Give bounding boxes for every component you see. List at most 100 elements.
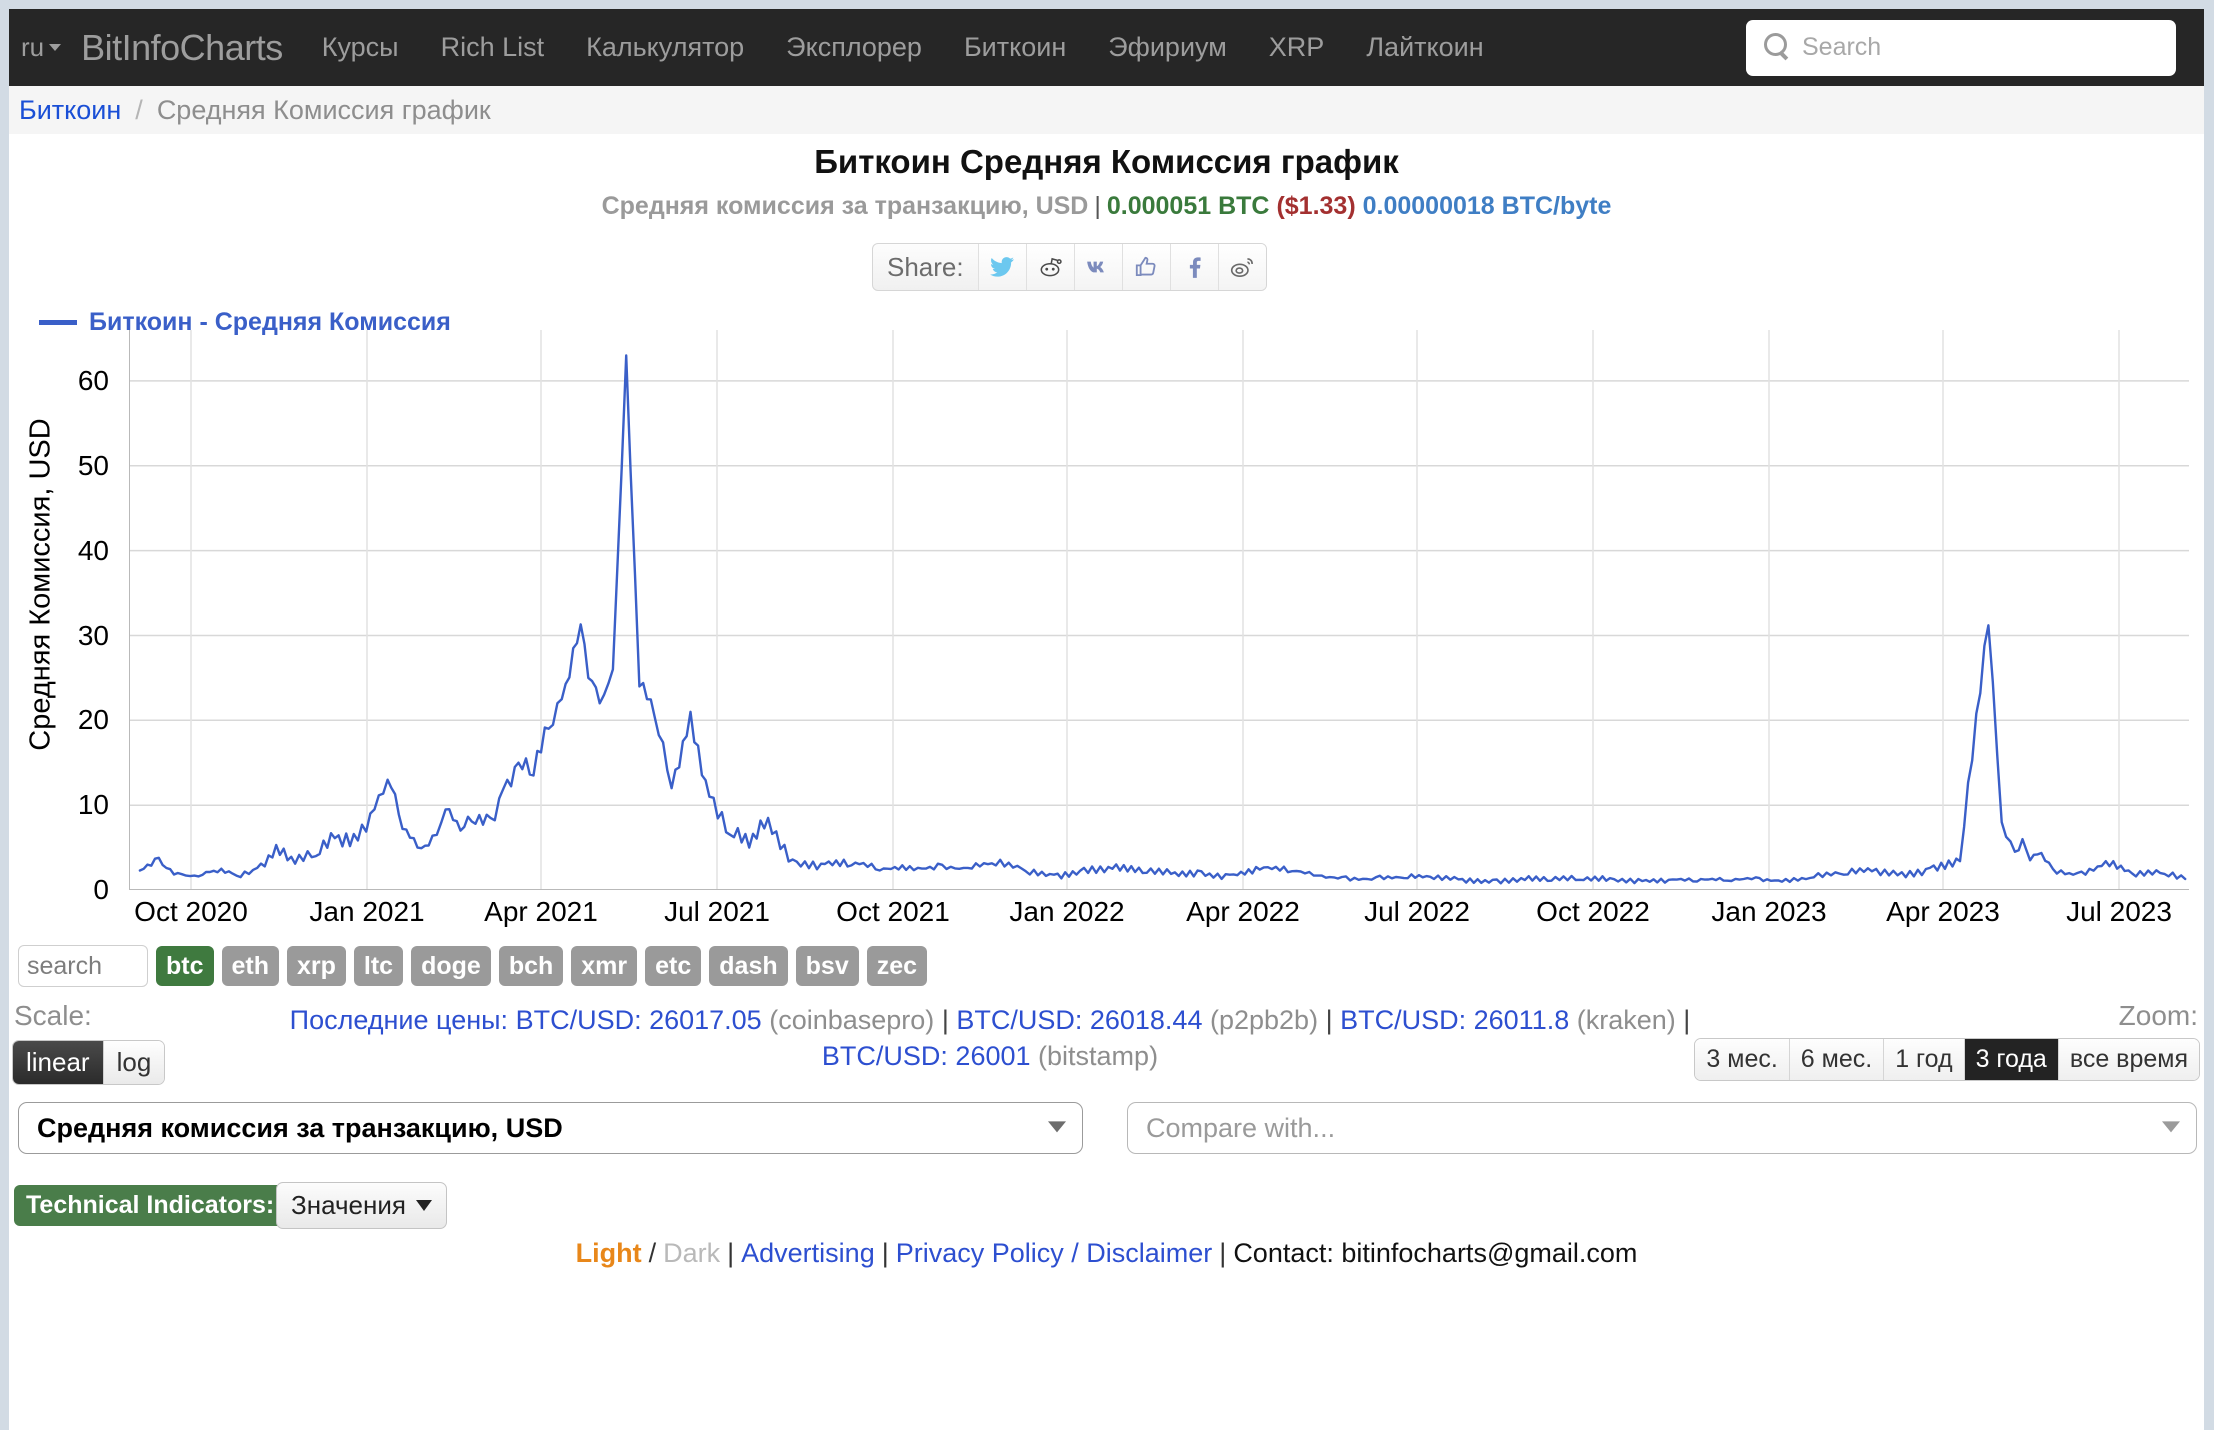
zoom-button-3y[interactable]: 3 года xyxy=(1964,1039,2059,1080)
x-tick-7: Jul 2022 xyxy=(1364,896,1470,927)
nav-item-xrp[interactable]: XRP xyxy=(1248,32,1346,63)
search-input[interactable] xyxy=(1746,19,2176,76)
footer-link-dark[interactable]: Dark xyxy=(663,1238,720,1268)
x-tick-0: Oct 2020 xyxy=(134,896,248,927)
weibo-icon[interactable] xyxy=(1217,244,1266,290)
coin-tag-xrp[interactable]: xrp xyxy=(287,946,346,986)
coin-tag-ltc[interactable]: ltc xyxy=(353,946,404,986)
chart-series-line xyxy=(138,354,2187,885)
facebook-icon[interactable] xyxy=(1169,244,1218,290)
technical-indicators-dropdown[interactable]: Значения xyxy=(276,1182,447,1229)
window-edge-left xyxy=(0,0,9,1430)
x-tick-10: Apr 2023 xyxy=(1886,896,2000,927)
site-logo[interactable]: BitInfoCharts xyxy=(81,27,283,69)
price-exchange-p2pb2b: (p2pb2b) xyxy=(1209,1005,1319,1035)
coin-tag-bch[interactable]: bch xyxy=(498,946,564,986)
x-tick-4: Oct 2021 xyxy=(836,896,950,927)
zoom-button-1y[interactable]: 1 год xyxy=(1884,1039,1965,1080)
scale-button-log[interactable]: log xyxy=(103,1041,165,1084)
x-tick-9: Jan 2023 xyxy=(1711,896,1827,927)
price-exchange-kraken: (kraken) xyxy=(1576,1005,1676,1035)
x-tick-6: Apr 2022 xyxy=(1186,896,1300,927)
coin-tag-btc[interactable]: btc xyxy=(156,946,214,986)
subtitle-fee-btc: 0.000051 BTC xyxy=(1106,192,1270,220)
prices-label[interactable]: Последние цены: xyxy=(290,1005,508,1035)
page-footer: Light / Dark | Advertising | Privacy Policy / … xyxy=(9,1238,2204,1269)
language-label: ru xyxy=(21,32,45,62)
chart-gridlines-vertical xyxy=(190,330,2120,890)
price-pair-coinbasepro[interactable]: BTC/USD: 26017.05 xyxy=(516,1005,762,1035)
zoom-button-3m[interactable]: 3 мес. xyxy=(1695,1039,1790,1080)
zoom-button-6m[interactable]: 6 мес. xyxy=(1789,1039,1885,1080)
legend-line-swatch xyxy=(39,320,77,325)
metric-select[interactable]: Средняя комиссия за транзакцию, USD xyxy=(18,1102,1083,1154)
coin-tag-bsv[interactable]: bsv xyxy=(795,946,859,986)
nav-item-calculator[interactable]: Калькулятор xyxy=(565,32,765,63)
legend-label: Биткоин - Средняя Комиссия xyxy=(89,308,451,336)
thumbs-up-icon[interactable] xyxy=(1121,244,1170,290)
x-tick-8: Oct 2022 xyxy=(1536,896,1650,927)
footer-slash: / xyxy=(648,1238,657,1268)
chart-container: Средняя Комиссия, USD Биткоин - Средняя … xyxy=(9,300,2204,927)
scale-label: Scale: xyxy=(14,1000,92,1031)
x-tick-11: Jul 2023 xyxy=(2066,896,2172,927)
scale-button-linear[interactable]: linear xyxy=(13,1041,104,1084)
share-bar: Share: xyxy=(872,243,1267,291)
main-navbar: ru BitInfoCharts Курсы Rich List Калькул… xyxy=(9,9,2204,86)
nav-item-litecoin[interactable]: Лайткоин xyxy=(1345,32,1504,63)
page-title: Биткоин Средняя Комиссия график xyxy=(814,143,1399,180)
scale-button-group: linear log xyxy=(12,1040,166,1085)
chart-gridlines-horizontal xyxy=(129,380,2189,890)
nav-item-explorer[interactable]: Эксплорер xyxy=(765,32,943,63)
nav-item-kursy[interactable]: Курсы xyxy=(301,32,420,63)
footer-link-light[interactable]: Light xyxy=(576,1238,642,1268)
x-tick-1: Jan 2021 xyxy=(309,896,425,927)
coin-tag-doge[interactable]: doge xyxy=(411,946,491,986)
page-root: ru BitInfoCharts Курсы Rich List Калькул… xyxy=(0,0,2214,1430)
nav-item-rich-list[interactable]: Rich List xyxy=(420,32,566,63)
coin-tag-dash[interactable]: dash xyxy=(709,946,788,986)
price-separator-1: | xyxy=(941,1005,949,1035)
nav-item-ethereum[interactable]: Эфириум xyxy=(1087,32,1248,63)
zoom-button-all[interactable]: все время xyxy=(2058,1039,2199,1080)
coin-search-input[interactable] xyxy=(18,945,148,987)
coin-tag-zec[interactable]: zec xyxy=(866,946,928,986)
chart-svg xyxy=(129,330,2189,890)
footer-pipe-1: | xyxy=(727,1238,735,1268)
chevron-down-icon xyxy=(2162,1121,2180,1133)
subtitle-fee-per-byte: 0.00000018 BTC/byte xyxy=(1362,192,1612,220)
twitter-icon[interactable] xyxy=(977,244,1026,290)
language-selector[interactable]: ru xyxy=(21,32,62,63)
y-tick-20: 20 xyxy=(77,704,109,736)
footer-link-advertising[interactable]: Advertising xyxy=(741,1238,875,1268)
share-label: Share: xyxy=(887,251,964,282)
coin-filter-row: btc eth xrp ltc doge bch xmr etc dash bs… xyxy=(18,945,928,987)
price-exchange-coinbasepro: (coinbasepro) xyxy=(769,1005,935,1035)
page-subtitle: Средняя комиссия за транзакцию, USD | 0.00… xyxy=(9,192,2204,221)
vk-icon[interactable] xyxy=(1073,244,1122,290)
chart-plot-area[interactable] xyxy=(129,330,2189,890)
nav-item-bitcoin[interactable]: Биткоин xyxy=(943,32,1087,63)
x-tick-5: Jan 2022 xyxy=(1009,896,1125,927)
y-tick-50: 50 xyxy=(77,449,109,481)
price-pair-p2pb2b[interactable]: BTC/USD: 26018.44 xyxy=(956,1005,1202,1035)
coin-tag-eth[interactable]: eth xyxy=(221,946,279,986)
breadcrumb-link-bitcoin[interactable]: Биткоин xyxy=(19,95,121,126)
coin-tag-xmr[interactable]: xmr xyxy=(571,946,638,986)
y-tick-10: 10 xyxy=(77,789,109,821)
price-separator-2: | xyxy=(1325,1005,1333,1035)
breadcrumb: Биткоин / Средняя Комиссия график xyxy=(9,86,2204,134)
y-tick-0: 0 xyxy=(93,874,109,905)
latest-prices: Последние цены: BTC/USD: 26017.05 (coinb… xyxy=(240,1003,1740,1074)
zoom-button-group: 3 мес. 6 мес. 1 год 3 года все время xyxy=(1694,1038,2200,1081)
zoom-label: Zoom: xyxy=(2118,1000,2198,1031)
footer-link-privacy[interactable]: Privacy Policy / Disclaimer xyxy=(896,1238,1213,1268)
price-pair-kraken[interactable]: BTC/USD: 26011.8 xyxy=(1340,1005,1569,1035)
chevron-down-icon xyxy=(49,44,62,51)
footer-contact: Contact: bitinfocharts@gmail.com xyxy=(1233,1238,1638,1268)
compare-select[interactable]: Compare with... xyxy=(1127,1102,2197,1154)
coin-tag-etc[interactable]: etc xyxy=(645,946,702,986)
price-pair-bitstamp[interactable]: BTC/USD: 26001 xyxy=(822,1041,1031,1071)
reddit-icon[interactable] xyxy=(1025,244,1074,290)
subtitle-fee-usd: ($1.33) xyxy=(1276,192,1356,220)
